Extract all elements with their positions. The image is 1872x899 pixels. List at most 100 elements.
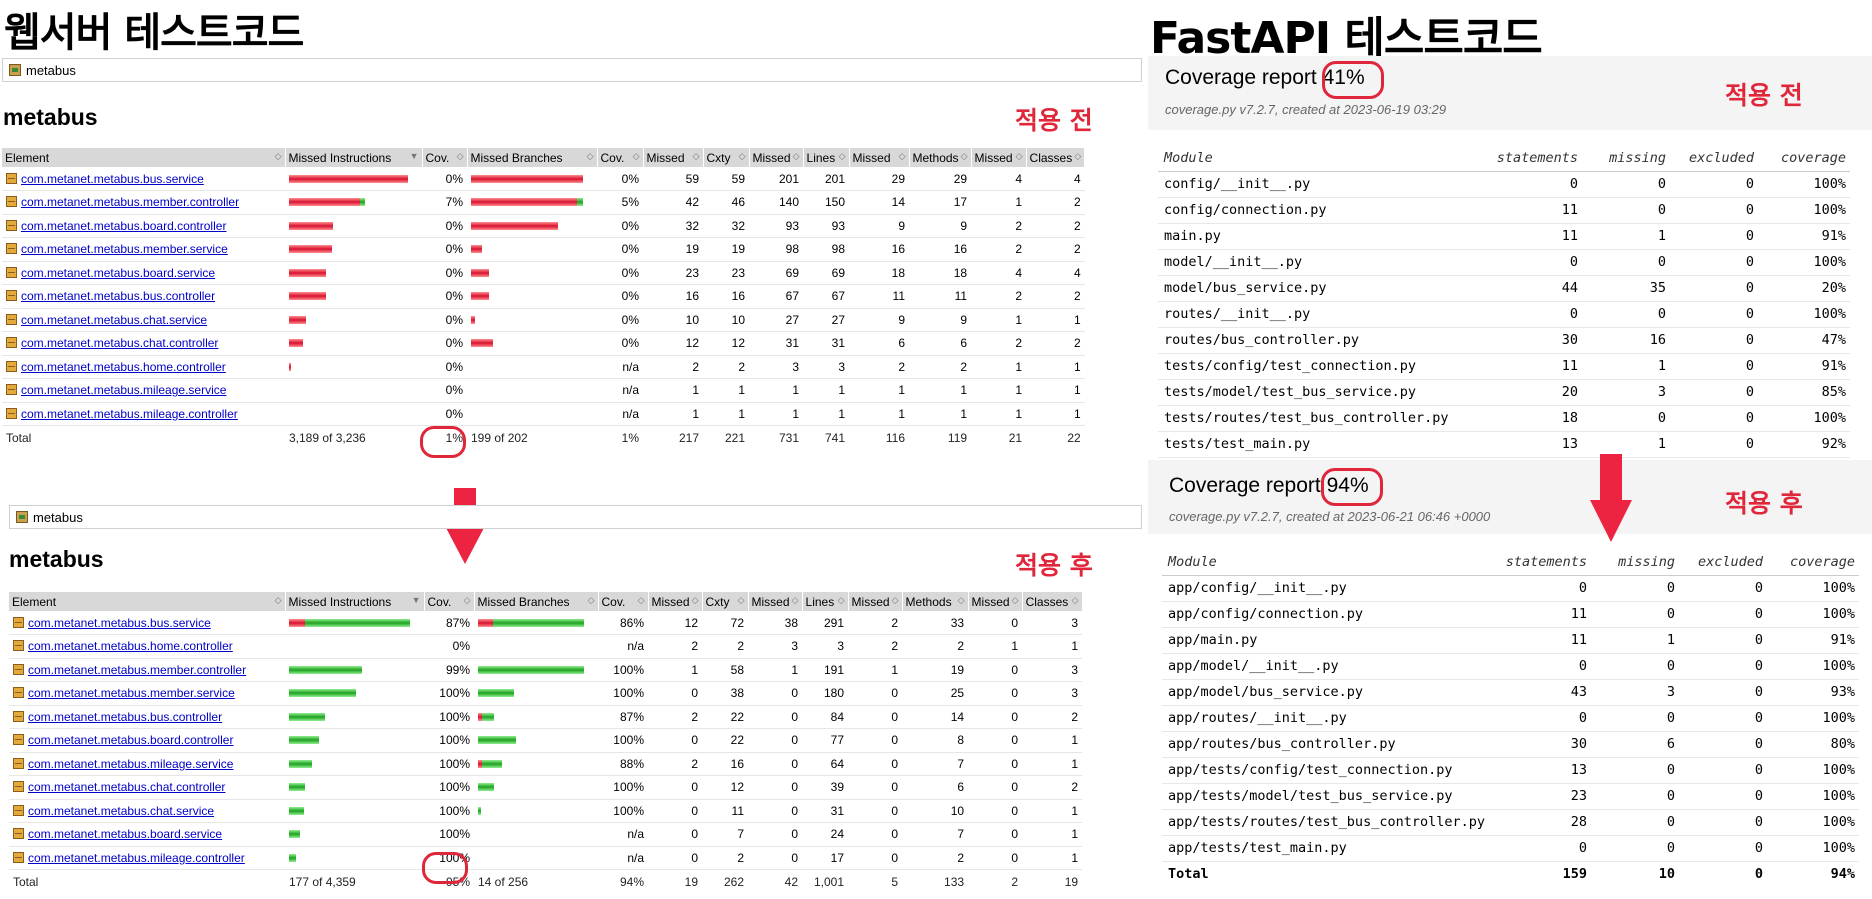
- column-header[interactable]: statements: [1480, 146, 1582, 172]
- column-header[interactable]: coverage: [1766, 550, 1859, 576]
- column-header[interactable]: Classes ◇: [1026, 148, 1086, 167]
- column-header[interactable]: Missed ◇: [748, 592, 803, 611]
- count-cell: 1: [848, 658, 903, 682]
- module-name[interactable]: tests/model/test_bus_service.py: [1158, 379, 1480, 406]
- column-header[interactable]: Missed Instructions ▼: [285, 148, 423, 167]
- stat-cell: 91%: [1758, 223, 1850, 250]
- column-header[interactable]: Element ◇: [2, 148, 286, 167]
- column-header[interactable]: excluded: [1678, 550, 1767, 576]
- count-cell: 25: [902, 681, 969, 706]
- column-header[interactable]: Missed Branches ◇: [474, 592, 599, 611]
- column-header[interactable]: Lines ◇: [802, 592, 849, 611]
- package-link[interactable]: com.metanet.metabus.chat.service: [28, 804, 214, 818]
- module-name[interactable]: app/model/bus_service.py: [1162, 679, 1489, 706]
- column-header[interactable]: Missed Instructions ▼: [285, 592, 425, 611]
- column-header[interactable]: Lines ◇: [803, 148, 850, 167]
- package-link[interactable]: com.metanet.metabus.home.controller: [28, 639, 233, 653]
- column-header[interactable]: Module: [1162, 550, 1489, 576]
- module-name[interactable]: app/model/__init__.py: [1162, 653, 1489, 680]
- column-header[interactable]: Missed Branches ◇: [467, 148, 598, 167]
- column-header[interactable]: statements: [1488, 550, 1591, 576]
- column-header[interactable]: Methods ◇: [902, 592, 969, 611]
- package-link[interactable]: com.metanet.metabus.board.controller: [28, 733, 233, 747]
- module-name[interactable]: app/main.py: [1162, 627, 1489, 654]
- column-header[interactable]: Cov. ◇: [598, 592, 649, 611]
- package-link[interactable]: com.metanet.metabus.mileage.service: [21, 383, 226, 397]
- table-row: com.metanet.metabus.board.controller 0% 0%…: [2, 214, 1085, 238]
- column-header[interactable]: Missed ◇: [848, 592, 903, 611]
- package-link[interactable]: com.metanet.metabus.chat.controller: [28, 780, 225, 794]
- module-name[interactable]: tests/config/test_connection.py: [1158, 353, 1480, 380]
- package-link[interactable]: com.metanet.metabus.bus.controller: [28, 710, 222, 724]
- package-link[interactable]: com.metanet.metabus.member.controller: [21, 195, 239, 209]
- module-name[interactable]: config/connection.py: [1158, 197, 1480, 224]
- column-header[interactable]: Missed ◇: [968, 592, 1023, 611]
- package-link[interactable]: com.metanet.metabus.mileage.service: [28, 757, 233, 771]
- column-header[interactable]: Cxty ◇: [702, 592, 749, 611]
- module-name[interactable]: app/tests/test_main.py: [1162, 835, 1489, 862]
- table-row: routes/__init__.py 0 0 0 100%: [1158, 301, 1850, 328]
- column-header[interactable]: Cov. ◇: [424, 592, 475, 611]
- package-link[interactable]: com.metanet.metabus.board.service: [21, 266, 215, 280]
- module-name[interactable]: routes/__init__.py: [1158, 301, 1480, 328]
- package-link[interactable]: com.metanet.metabus.member.service: [28, 686, 235, 700]
- column-header[interactable]: Missed ◇: [749, 148, 804, 167]
- column-header[interactable]: Missed ◇: [849, 148, 910, 167]
- count-cell: 1: [703, 378, 749, 403]
- count-cell: 6: [849, 331, 910, 356]
- package-link[interactable]: com.metanet.metabus.mileage.controller: [21, 407, 238, 421]
- package-link[interactable]: com.metanet.metabus.chat.controller: [21, 336, 218, 350]
- module-name[interactable]: app/tests/model/test_bus_service.py: [1162, 783, 1489, 810]
- column-header[interactable]: Cov. ◇: [597, 148, 644, 167]
- column-header[interactable]: coverage: [1758, 146, 1850, 172]
- module-name[interactable]: main.py: [1158, 223, 1480, 250]
- missed-bar-segment: [289, 221, 333, 230]
- module-name[interactable]: model/bus_service.py: [1158, 275, 1480, 302]
- module-name[interactable]: routes/bus_controller.py: [1158, 327, 1480, 354]
- package-link[interactable]: com.metanet.metabus.member.controller: [28, 663, 246, 677]
- breadcrumb-after[interactable]: metabus: [9, 505, 1142, 529]
- missed-bar-segment: [289, 245, 332, 254]
- module-name[interactable]: app/config/connection.py: [1162, 601, 1489, 628]
- column-header[interactable]: Module: [1158, 146, 1480, 172]
- package-link[interactable]: com.metanet.metabus.member.service: [21, 242, 228, 256]
- column-header[interactable]: Missed ◇: [971, 148, 1027, 167]
- count-cell: 16: [909, 237, 972, 262]
- module-name[interactable]: app/config/__init__.py: [1162, 575, 1489, 602]
- package-link[interactable]: com.metanet.metabus.board.service: [28, 827, 222, 841]
- module-name[interactable]: app/tests/routes/test_bus_controller.py: [1162, 809, 1489, 836]
- module-name[interactable]: app/routes/__init__.py: [1162, 705, 1489, 732]
- coverage-bar: [289, 712, 420, 721]
- bar-cell: [285, 752, 424, 776]
- count-cell: 0: [968, 611, 1023, 635]
- module-name[interactable]: config/__init__.py: [1158, 171, 1480, 198]
- column-header[interactable]: missing: [1582, 146, 1670, 172]
- module-name[interactable]: model/__init__.py: [1158, 249, 1480, 276]
- column-header[interactable]: Missed ◇: [643, 148, 704, 167]
- column-header[interactable]: Cxty ◇: [703, 148, 750, 167]
- module-name[interactable]: app/routes/bus_controller.py: [1162, 731, 1489, 758]
- module-name[interactable]: app/tests/config/test_connection.py: [1162, 757, 1489, 784]
- module-name[interactable]: tests/test_main.py: [1158, 431, 1480, 458]
- column-header[interactable]: Missed ◇: [648, 592, 703, 611]
- column-header[interactable]: Cov. ◇: [422, 148, 468, 167]
- package-link[interactable]: com.metanet.metabus.mileage.controller: [28, 851, 245, 865]
- stat-cell: 20: [1480, 379, 1582, 406]
- package-link[interactable]: com.metanet.metabus.bus.controller: [21, 289, 215, 303]
- stat-cell: 23: [1488, 783, 1591, 810]
- package-link[interactable]: com.metanet.metabus.chat.service: [21, 313, 207, 327]
- package-link[interactable]: com.metanet.metabus.home.controller: [21, 360, 226, 374]
- column-header[interactable]: Methods ◇: [909, 148, 972, 167]
- column-header[interactable]: excluded: [1670, 146, 1758, 172]
- package-link[interactable]: com.metanet.metabus.bus.service: [21, 172, 204, 186]
- column-header[interactable]: Classes ◇: [1022, 592, 1083, 611]
- stat-cell: 0: [1678, 809, 1767, 836]
- breadcrumb-before[interactable]: metabus: [2, 58, 1142, 82]
- module-name[interactable]: tests/routes/test_bus_controller.py: [1158, 405, 1480, 432]
- column-header[interactable]: missing: [1590, 550, 1679, 576]
- stat-cell: 0: [1590, 835, 1679, 862]
- column-header[interactable]: Element ◇: [9, 592, 286, 611]
- package-link[interactable]: com.metanet.metabus.board.controller: [21, 219, 226, 233]
- count-cell: 17: [802, 846, 849, 870]
- package-link[interactable]: com.metanet.metabus.bus.service: [28, 616, 211, 630]
